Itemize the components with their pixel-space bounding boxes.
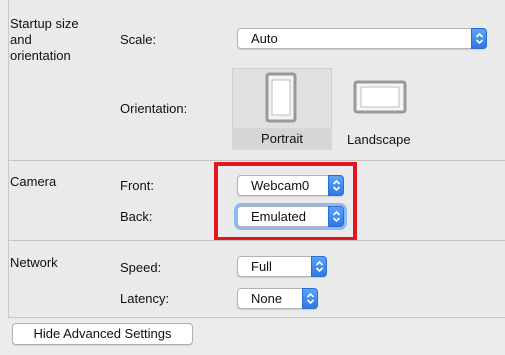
speed-select[interactable]: Full — [237, 256, 327, 277]
landscape-label[interactable]: Landscape — [347, 132, 411, 148]
startup-section-title: Startup size and orientation — [10, 16, 79, 63]
section-divider — [8, 160, 505, 161]
scale-value: Auto — [251, 31, 278, 46]
section-divider — [8, 240, 505, 241]
latency-select[interactable]: None — [237, 288, 318, 309]
hide-advanced-settings-button[interactable]: Hide Advanced Settings — [12, 323, 193, 345]
portrait-label[interactable]: Portrait — [232, 131, 332, 147]
latency-value: None — [251, 291, 283, 306]
back-camera-label: Back: — [120, 209, 153, 224]
camera-highlight-box — [214, 162, 357, 241]
latency-label: Latency: — [120, 291, 170, 306]
speed-value: Full — [251, 259, 272, 274]
network-section-title: Network — [10, 255, 58, 270]
camera-section-title: Camera — [10, 174, 57, 189]
chevron-up-down-icon — [471, 28, 487, 49]
portrait-device-icon — [265, 72, 297, 123]
chevron-up-down-icon — [302, 288, 318, 309]
speed-label: Speed: — [120, 260, 162, 275]
orientation-label: Orientation: — [120, 101, 188, 116]
front-camera-label: Front: — [120, 178, 154, 193]
chevron-up-down-icon — [311, 256, 327, 277]
landscape-device-icon[interactable] — [352, 78, 408, 116]
scale-label: Scale: — [120, 32, 157, 47]
scale-select[interactable]: Auto — [237, 28, 487, 49]
